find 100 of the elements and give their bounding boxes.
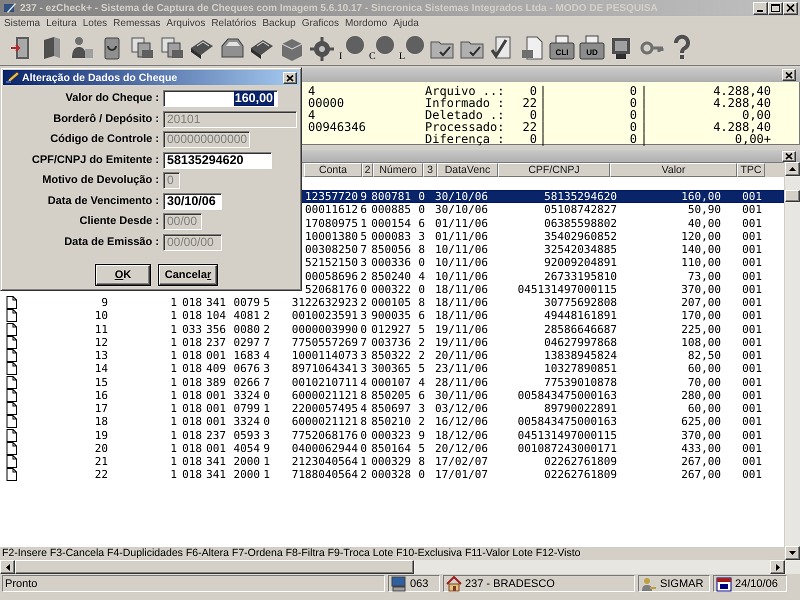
table-cell: 49448161891 xyxy=(544,309,617,322)
table-cell: 300365 xyxy=(371,362,411,376)
app-icon xyxy=(3,1,17,15)
summary-count: 0 xyxy=(630,133,637,145)
table-cell: 280,00 xyxy=(681,388,721,402)
menu-item[interactable]: Leitura xyxy=(43,17,80,31)
table-cell: 0 xyxy=(263,388,270,402)
scroll-left-button[interactable] xyxy=(0,560,15,574)
table-row[interactable]: 10 1 018 104 4081 2 0010023591 3 900035 6 18/11/06 49448161891 170,00 001 xyxy=(0,309,784,322)
column-header[interactable]: 2 xyxy=(362,163,373,177)
close-button[interactable] xyxy=(783,2,798,14)
right-arrow-icon xyxy=(776,564,780,570)
table-cell: 001 xyxy=(742,282,762,296)
table-cell: 82,50 xyxy=(688,349,721,362)
table-cell: 160,00 xyxy=(681,190,721,204)
table-row[interactable]: 20 1 018 001 4054 9 0400062944 0 850164 5 20/12/06 001087243000171 433,00 001 xyxy=(0,442,784,455)
table-cell: 001 xyxy=(742,415,762,428)
table-cell: 30/10/06 xyxy=(435,190,488,204)
table-cell: 1683 xyxy=(234,349,260,362)
table-cell: 850240 xyxy=(371,270,411,283)
column-header[interactable]: DataVenc xyxy=(437,163,498,177)
scroll-down-button[interactable] xyxy=(785,546,800,560)
table-cell: 001 xyxy=(742,256,762,270)
menu-item[interactable]: Arquivos xyxy=(163,17,208,31)
table-cell: 9 xyxy=(101,296,108,310)
menu-item[interactable]: Backup xyxy=(259,17,299,31)
table-row[interactable]: 12 1 018 237 0297 7 7750557269 7 003736 2 19/11/06 04627997868 108,00 001 xyxy=(0,336,784,349)
table-row[interactable]: 13 1 018 001 1683 4 1000114073 3 850322 2 20/11/06 13838945824 82,50 001 xyxy=(0,349,784,362)
menu-item[interactable]: Remessas xyxy=(110,17,164,31)
printer-button[interactable]: UD xyxy=(578,34,606,62)
menu-item[interactable]: Lotes xyxy=(80,17,110,31)
cancel-button[interactable]: Cancelar xyxy=(159,264,217,284)
table-cell: 001 xyxy=(742,362,762,376)
column-header[interactable]: CPF/CNPJ xyxy=(498,163,610,177)
table-cell: 11 xyxy=(94,322,108,336)
menu-item[interactable]: Mordomo xyxy=(342,17,390,31)
field-label: Borderô / Depósito : xyxy=(52,112,160,126)
input-field[interactable]: 160,00 xyxy=(163,90,278,107)
table-cell: 3 xyxy=(360,362,367,376)
table-cell: 140,00 xyxy=(681,243,721,256)
column-header[interactable]: Número xyxy=(373,163,423,177)
scroll-right-button[interactable] xyxy=(770,560,785,574)
maximize-button[interactable] xyxy=(768,2,783,14)
horizontal-scrollbar[interactable] xyxy=(0,560,800,574)
gear-icon[interactable] xyxy=(308,34,336,62)
table-cell: 001 xyxy=(742,428,762,442)
table-cell: 52068176 xyxy=(305,282,358,296)
table-cell: 2 xyxy=(418,415,425,428)
ok-button[interactable]: OK xyxy=(96,264,150,284)
table-cell: 2000 xyxy=(234,455,260,468)
column-header[interactable]: TPC xyxy=(737,163,765,177)
table-cell: 018 xyxy=(182,455,202,468)
table-cell: 850322 xyxy=(371,349,411,362)
disc-button[interactable]: I xyxy=(338,34,366,62)
disc-button[interactable]: C xyxy=(368,34,396,62)
table-cell: 00058696 xyxy=(305,270,358,283)
table-cell: 01/11/06 xyxy=(435,216,488,230)
table-cell: 8 xyxy=(360,415,367,428)
table-cell: 000083 xyxy=(371,230,411,243)
field-label: Cliente Desde : xyxy=(78,214,160,229)
input-field[interactable]: 30/10/06 xyxy=(163,192,222,210)
menu-item[interactable]: Graficos xyxy=(298,17,342,31)
document-icon xyxy=(6,362,16,376)
scroll-thumb[interactable] xyxy=(785,190,800,202)
close-button[interactable] xyxy=(782,150,796,162)
minimize-button[interactable] xyxy=(753,2,768,14)
column-separator: | xyxy=(539,133,547,145)
scroll-up-button[interactable] xyxy=(785,162,800,176)
table-row[interactable]: 16 1 018 001 3324 0 6000021121 8 850205 6 30/11/06 005843475000163 280,00 001 xyxy=(0,388,784,402)
table-cell: 06385598802 xyxy=(544,216,617,230)
input-field[interactable]: 58135294620 xyxy=(163,152,272,168)
table-cell: 1 xyxy=(170,468,177,482)
scroll-thumb[interactable] xyxy=(15,560,414,574)
table-row[interactable]: 18 1 018 001 3324 0 6000021121 8 850210 2 16/12/06 005843475000163 625,00 001 xyxy=(0,415,784,428)
column-header[interactable]: 3 xyxy=(423,163,437,177)
menu-item[interactable]: Sistema xyxy=(1,17,44,31)
printer-button[interactable]: CLI xyxy=(548,34,576,62)
column-header[interactable]: Valor xyxy=(610,163,737,177)
table-row[interactable]: 14 1 018 409 0676 3 8971064341 3 300365 5 23/11/06 10327890851 60,00 001 xyxy=(0,362,784,376)
table-row[interactable]: 17 1 018 001 0799 1 2200057495 4 850697 3 03/12/06 89790022891 60,00 001 xyxy=(0,402,784,416)
table-cell: 850056 xyxy=(371,243,411,256)
table-cell: 001 xyxy=(742,309,762,322)
vertical-scrollbar[interactable] xyxy=(784,162,800,560)
document-icon xyxy=(6,296,16,310)
table-cell: 8 xyxy=(418,243,425,256)
disc-button[interactable]: L xyxy=(398,34,426,62)
summary-count: 0 xyxy=(630,109,637,121)
column-header[interactable]: Conta xyxy=(304,163,362,177)
table-row[interactable]: 22 1 018 341 2000 1 7188040564 2 000328 0 17/01/07 02262761809 267,00 001 xyxy=(0,468,784,482)
table-cell: 23/11/06 xyxy=(435,362,488,376)
table-row[interactable]: 15 1 018 389 0266 7 0010210711 4 000107 4 28/11/06 77539010878 70,00 001 xyxy=(0,376,784,389)
table-row[interactable]: 19 1 018 237 0593 3 7752068176 0 000323 9 18/12/06 045131497000115 370,00 001 xyxy=(0,428,784,442)
table-row[interactable]: 11 1 033 356 0080 2 0000003990 0 012927 5 19/11/06 28586646687 225,00 001 xyxy=(0,322,784,336)
menu-item[interactable]: Ajuda xyxy=(390,17,422,31)
close-button[interactable] xyxy=(782,69,796,81)
menu-item[interactable]: Relatórios xyxy=(208,17,260,31)
table-row[interactable]: 21 1 018 341 2000 1 2123040564 1 000329 8 17/02/07 02262761809 267,00 001 xyxy=(0,455,784,468)
table-row[interactable]: 9 1 018 341 0079 5 3122632923 2 000105 8 18/11/06 30775692808 207,00 001 xyxy=(0,296,784,310)
close-button[interactable] xyxy=(283,72,297,84)
table-cell: 0 xyxy=(418,468,425,482)
